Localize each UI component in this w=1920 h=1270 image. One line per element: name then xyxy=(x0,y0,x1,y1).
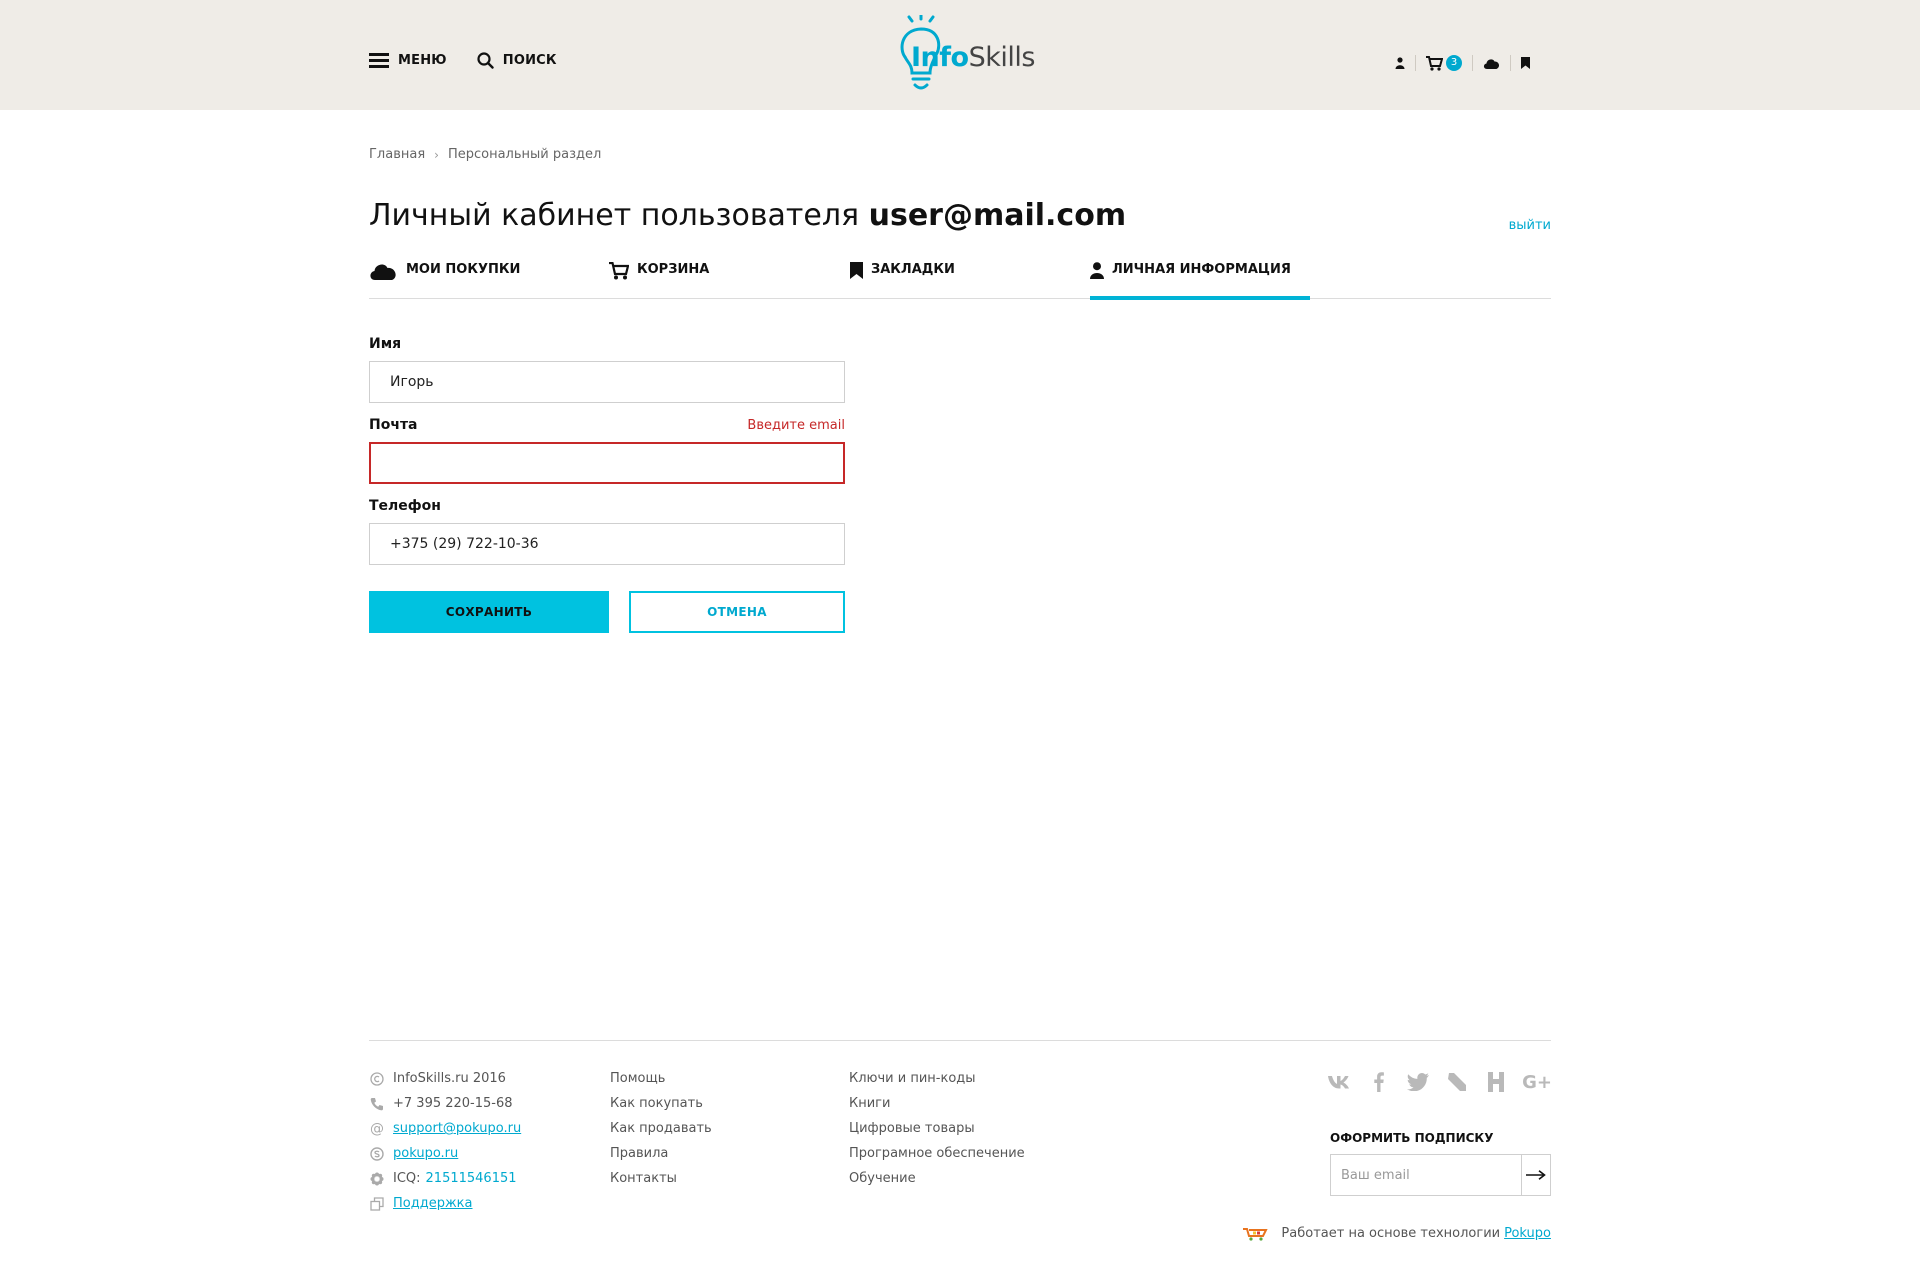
form-buttons: СОХРАНИТЬ ОТМЕНА xyxy=(369,591,845,633)
page-title: Личный кабинет пользователя user@mail.co… xyxy=(369,198,1126,233)
purchases-cloud-icon[interactable] xyxy=(1483,54,1500,72)
account-icon[interactable] xyxy=(1395,54,1405,72)
powered-by: Работает на основе технологии Pokupo xyxy=(1241,1225,1551,1241)
phone-input[interactable] xyxy=(369,523,845,565)
phone-text: +7 395 220-15-68 xyxy=(393,1096,513,1111)
footer-category-links: Ключи и пин-коды Книги Цифровые товары П… xyxy=(849,1066,1025,1191)
menu-button[interactable]: МЕНЮ xyxy=(369,53,447,68)
footer-divider xyxy=(369,1040,1551,1041)
skype-link[interactable]: pokupo.ru xyxy=(393,1146,458,1161)
social-links: G+ xyxy=(1328,1070,1566,1094)
copyright-text: InfoSkills.ru 2016 xyxy=(393,1071,506,1086)
name-label: Имя xyxy=(369,336,402,352)
google-plus-icon[interactable]: G+ xyxy=(1522,1070,1552,1094)
menu-label: МЕНЮ xyxy=(398,53,447,68)
footer-contacts: InfoSkills.ru 2016 +7 395 220-15-68 @ su… xyxy=(369,1066,521,1216)
footer-link[interactable]: Как покупать xyxy=(610,1096,703,1111)
site-header: МЕНЮ ПОИСК InfoSkills 3 xyxy=(0,0,1920,110)
email-field-group: Почта Введите email xyxy=(369,417,845,484)
copyright-icon xyxy=(369,1071,385,1087)
cancel-button[interactable]: ОТМЕНА xyxy=(629,591,845,633)
support-email-link[interactable]: support@pokupo.ru xyxy=(393,1121,521,1136)
divider xyxy=(1472,55,1473,71)
subscribe-title: ОФОРМИТЬ ПОДПИСКУ xyxy=(1330,1131,1494,1145)
icq-label: ICQ: xyxy=(393,1171,421,1186)
phone-label: Телефон xyxy=(369,498,441,514)
email-error-message: Введите email xyxy=(747,418,845,433)
user-icon xyxy=(1090,262,1104,279)
personal-info-form: Имя Почта Введите email Телефон СОХРАНИТ… xyxy=(369,336,845,633)
breadcrumb-home[interactable]: Главная xyxy=(369,147,425,162)
arrow-right-icon xyxy=(1526,1170,1546,1180)
icq-number[interactable]: 21511546151 xyxy=(426,1171,517,1186)
user-email: user@mail.com xyxy=(868,198,1127,233)
search-label: ПОИСК xyxy=(502,53,557,68)
cloud-icon xyxy=(369,262,398,280)
logout-link[interactable]: выйти xyxy=(1509,218,1551,233)
tab-personal-info[interactable]: ЛИЧНАЯ ИНФОРМАЦИЯ xyxy=(1090,262,1310,300)
subscribe-email-input[interactable] xyxy=(1331,1155,1521,1195)
powered-by-text: Работает на основе технологии xyxy=(1281,1225,1501,1241)
chevron-right-icon: › xyxy=(434,147,439,162)
footer-link[interactable]: Правила xyxy=(610,1146,668,1161)
footer-link[interactable]: Книги xyxy=(849,1096,890,1111)
pokupo-logo-icon xyxy=(1243,1228,1269,1241)
divider xyxy=(1510,55,1511,71)
footer-link[interactable]: Ключи и пин-коды xyxy=(849,1071,976,1086)
email-input[interactable] xyxy=(369,442,845,484)
at-icon: @ xyxy=(370,1120,384,1137)
tab-label: ЗАКЛАДКИ xyxy=(871,262,955,277)
livejournal-pen-icon[interactable] xyxy=(1445,1070,1469,1094)
twitter-icon[interactable] xyxy=(1406,1070,1430,1094)
footer-link[interactable]: Как продавать xyxy=(610,1121,712,1136)
support-link[interactable]: Поддержка xyxy=(393,1196,473,1211)
hamburger-icon xyxy=(369,53,389,68)
divider xyxy=(1415,55,1416,71)
subscribe-submit-button[interactable] xyxy=(1521,1155,1550,1195)
icq-flower-icon xyxy=(369,1171,385,1187)
footer-link[interactable]: Програмное обеспечение xyxy=(849,1146,1025,1161)
breadcrumb-current: Персональный раздел xyxy=(447,147,602,162)
header-left: МЕНЮ ПОИСК xyxy=(369,52,557,69)
account-tabs: МОИ ПОКУПКИ КОРЗИНА ЗАКЛАДКИ ЛИЧНАЯ ИНФО… xyxy=(369,262,1551,300)
cart-icon xyxy=(1426,55,1443,71)
subscribe-form xyxy=(1330,1154,1551,1196)
skype-icon xyxy=(369,1146,385,1162)
footer-link[interactable]: Контакты xyxy=(610,1171,677,1186)
vk-icon[interactable] xyxy=(1328,1070,1352,1094)
phone-icon xyxy=(369,1096,385,1112)
tab-label: ЛИЧНАЯ ИНФОРМАЦИЯ xyxy=(1112,262,1291,277)
header-cart[interactable]: 3 xyxy=(1426,54,1462,72)
phone-field-group: Телефон xyxy=(369,498,845,565)
tab-label: МОИ ПОКУПКИ xyxy=(406,262,521,277)
habr-icon[interactable] xyxy=(1484,1070,1508,1094)
breadcrumb: Главная › Персональный раздел xyxy=(369,147,601,162)
name-field-group: Имя xyxy=(369,336,845,403)
footer-link[interactable]: Помощь xyxy=(610,1071,665,1086)
pokupo-link[interactable]: Pokupo xyxy=(1504,1226,1551,1241)
footer-link[interactable]: Цифровые товары xyxy=(849,1121,975,1136)
cart-count-badge: 3 xyxy=(1446,55,1462,71)
tab-label: КОРЗИНА xyxy=(637,262,710,277)
page-title-prefix: Личный кабинет пользователя xyxy=(369,198,860,233)
save-button[interactable]: СОХРАНИТЬ xyxy=(369,591,609,633)
support-windows-icon xyxy=(369,1196,385,1212)
name-input[interactable] xyxy=(369,361,845,403)
tab-cart[interactable]: КОРЗИНА xyxy=(609,262,709,299)
search-icon xyxy=(477,52,494,69)
search-button[interactable]: ПОИСК xyxy=(477,52,557,69)
email-label: Почта xyxy=(369,417,418,433)
cart-icon xyxy=(609,262,629,280)
tab-my-purchases[interactable]: МОИ ПОКУПКИ xyxy=(369,262,520,299)
footer-help-links: Помощь Как покупать Как продавать Правил… xyxy=(610,1066,712,1191)
tab-bookmarks[interactable]: ЗАКЛАДКИ xyxy=(850,262,955,299)
footer-link[interactable]: Обучение xyxy=(849,1171,916,1186)
facebook-icon[interactable] xyxy=(1367,1070,1391,1094)
header-icons: 3 xyxy=(1395,54,1530,72)
bookmarks-icon[interactable] xyxy=(1521,54,1530,72)
logo-wordmark[interactable]: InfoSkills xyxy=(911,42,1035,73)
bookmark-icon xyxy=(850,262,863,279)
